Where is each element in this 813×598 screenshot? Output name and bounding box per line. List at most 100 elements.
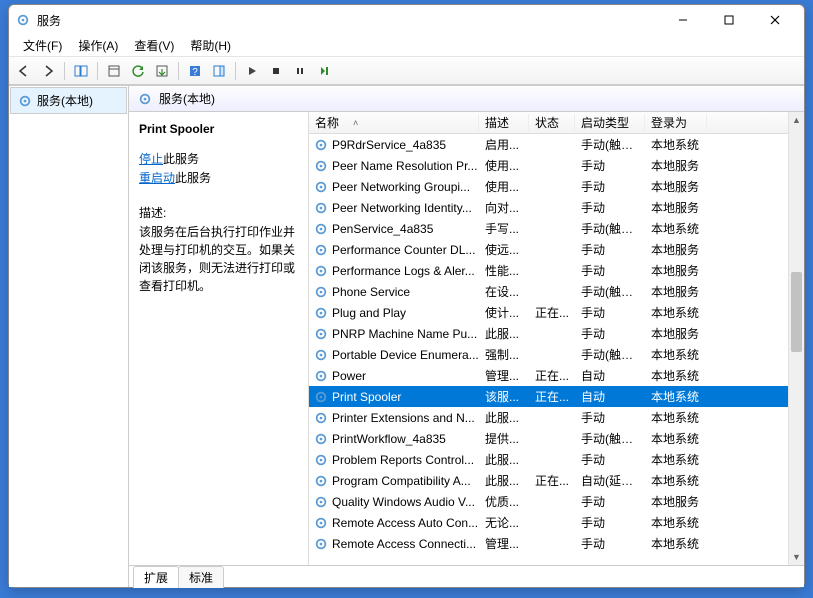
service-startup-cell: 手动(触发... bbox=[575, 283, 645, 300]
toolbar: ? bbox=[9, 57, 804, 85]
pause-service-button[interactable] bbox=[289, 60, 311, 82]
restart-service-button[interactable] bbox=[313, 60, 335, 82]
split-body: Print Spooler 停止此服务 重启动 此服务 描述: 该服务在后台执行打… bbox=[129, 112, 804, 565]
service-name-cell: Remote Access Auto Con... bbox=[332, 516, 479, 530]
description-label: 描述: bbox=[139, 204, 300, 221]
service-row[interactable]: Portable Device Enumera...强制...手动(触发...本… bbox=[309, 344, 804, 365]
service-row[interactable]: Performance Counter DL...使远...手动本地服务 bbox=[309, 239, 804, 260]
export-list-button[interactable] bbox=[151, 60, 173, 82]
service-icon bbox=[313, 347, 329, 363]
service-row[interactable]: Quality Windows Audio V...优质...手动本地服务 bbox=[309, 491, 804, 512]
service-logon-cell: 本地服务 bbox=[645, 157, 707, 174]
selected-service-name: Print Spooler bbox=[139, 122, 300, 136]
service-desc-cell: 管理... bbox=[479, 367, 529, 384]
nav-back-button[interactable] bbox=[13, 60, 35, 82]
tab-extended[interactable]: 扩展 bbox=[133, 566, 179, 588]
service-icon bbox=[313, 137, 329, 153]
service-startup-cell: 手动 bbox=[575, 409, 645, 426]
stop-service-link-row: 停止此服务 bbox=[139, 150, 300, 167]
nav-services-local[interactable]: 服务(本地) bbox=[10, 87, 127, 114]
minimize-button[interactable] bbox=[660, 5, 706, 35]
service-row[interactable]: PenService_4a835手写...手动(触发...本地系统 bbox=[309, 218, 804, 239]
service-name-cell: PrintWorkflow_4a835 bbox=[332, 432, 479, 446]
refresh-button[interactable] bbox=[127, 60, 149, 82]
service-list-body: P9RdrService_4a835启用...手动(触发...本地系统Peer … bbox=[309, 134, 804, 565]
menu-view[interactable]: 查看(V) bbox=[126, 35, 182, 56]
scroll-up-icon[interactable]: ▲ bbox=[789, 112, 804, 128]
column-header-startup[interactable]: 启动类型 bbox=[575, 114, 645, 131]
detail-pane: Print Spooler 停止此服务 重启动 此服务 描述: 该服务在后台执行打… bbox=[129, 112, 309, 565]
window-title: 服务 bbox=[37, 12, 660, 29]
column-header-name[interactable]: 名称˄ bbox=[309, 114, 479, 131]
service-icon bbox=[313, 515, 329, 531]
service-desc-cell: 使远... bbox=[479, 241, 529, 258]
nav-forward-button[interactable] bbox=[37, 60, 59, 82]
toolbar-separator bbox=[235, 62, 236, 80]
service-logon-cell: 本地服务 bbox=[645, 178, 707, 195]
scrollbar-thumb[interactable] bbox=[791, 272, 802, 352]
properties-button[interactable] bbox=[103, 60, 125, 82]
service-startup-cell: 手动 bbox=[575, 514, 645, 531]
action-pane-button[interactable] bbox=[208, 60, 230, 82]
close-button[interactable] bbox=[752, 5, 798, 35]
service-name-cell: PenService_4a835 bbox=[332, 222, 479, 236]
stop-service-link[interactable]: 停止 bbox=[139, 152, 163, 166]
service-row[interactable]: Print Spooler该服...正在...自动本地系统 bbox=[309, 386, 804, 407]
service-name-cell: Phone Service bbox=[332, 285, 479, 299]
service-icon bbox=[313, 431, 329, 447]
show-hide-tree-button[interactable] bbox=[70, 60, 92, 82]
column-header-desc[interactable]: 描述 bbox=[479, 114, 529, 131]
description-text: 该服务在后台执行打印作业并处理与打印机的交互。如果关闭该服务，则无法进行打印或查… bbox=[139, 223, 300, 295]
maximize-button[interactable] bbox=[706, 5, 752, 35]
start-service-button[interactable] bbox=[241, 60, 263, 82]
gear-icon bbox=[17, 93, 33, 109]
service-row[interactable]: Performance Logs & Aler...性能...手动本地服务 bbox=[309, 260, 804, 281]
service-row[interactable]: Plug and Play使计...正在...手动本地系统 bbox=[309, 302, 804, 323]
service-startup-cell: 手动 bbox=[575, 325, 645, 342]
service-row[interactable]: Remote Access Connecti...管理...手动本地系统 bbox=[309, 533, 804, 554]
service-logon-cell: 本地服务 bbox=[645, 241, 707, 258]
service-name-cell: Quality Windows Audio V... bbox=[332, 495, 479, 509]
service-row[interactable]: PrintWorkflow_4a835提供...手动(触发...本地系统 bbox=[309, 428, 804, 449]
service-desc-cell: 在设... bbox=[479, 283, 529, 300]
service-logon-cell: 本地系统 bbox=[645, 220, 707, 237]
service-desc-cell: 优质... bbox=[479, 493, 529, 510]
service-name-cell: Power bbox=[332, 369, 479, 383]
menu-help[interactable]: 帮助(H) bbox=[182, 35, 239, 56]
column-header-status[interactable]: 状态 bbox=[529, 114, 575, 131]
service-row[interactable]: Remote Access Auto Con...无论...手动本地系统 bbox=[309, 512, 804, 533]
service-row[interactable]: Peer Networking Identity...向对...手动本地服务 bbox=[309, 197, 804, 218]
service-name-cell: Plug and Play bbox=[332, 306, 479, 320]
tab-standard[interactable]: 标准 bbox=[178, 566, 224, 588]
service-name-cell: Performance Counter DL... bbox=[332, 243, 479, 257]
service-row[interactable]: Power管理...正在...自动本地系统 bbox=[309, 365, 804, 386]
gear-icon bbox=[137, 91, 153, 107]
nav-item-label: 服务(本地) bbox=[37, 92, 93, 109]
menu-file[interactable]: 文件(F) bbox=[15, 35, 70, 56]
service-row[interactable]: PNRP Machine Name Pu...此服...手动本地服务 bbox=[309, 323, 804, 344]
service-startup-cell: 手动(触发... bbox=[575, 220, 645, 237]
service-row[interactable]: Printer Extensions and N...此服...手动本地系统 bbox=[309, 407, 804, 428]
scroll-down-icon[interactable]: ▼ bbox=[789, 549, 804, 565]
service-desc-cell: 使计... bbox=[479, 304, 529, 321]
service-logon-cell: 本地系统 bbox=[645, 388, 707, 405]
service-name-cell: Program Compatibility A... bbox=[332, 474, 479, 488]
service-row[interactable]: Peer Name Resolution Pr...使用...手动本地服务 bbox=[309, 155, 804, 176]
vertical-scrollbar[interactable]: ▲ ▼ bbox=[788, 112, 804, 565]
restart-service-link[interactable]: 重启动 bbox=[139, 171, 175, 185]
service-row[interactable]: P9RdrService_4a835启用...手动(触发...本地系统 bbox=[309, 134, 804, 155]
service-row[interactable]: Program Compatibility A...此服...正在...自动(延… bbox=[309, 470, 804, 491]
service-row[interactable]: Peer Networking Groupi...使用...手动本地服务 bbox=[309, 176, 804, 197]
column-header-logon[interactable]: 登录为 bbox=[645, 114, 707, 131]
service-row[interactable]: Problem Reports Control...此服...手动本地系统 bbox=[309, 449, 804, 470]
menu-action[interactable]: 操作(A) bbox=[70, 35, 126, 56]
stop-service-button[interactable] bbox=[265, 60, 287, 82]
service-desc-cell: 提供... bbox=[479, 430, 529, 447]
service-name-cell: P9RdrService_4a835 bbox=[332, 138, 479, 152]
service-desc-cell: 无论... bbox=[479, 514, 529, 531]
service-row[interactable]: Phone Service在设...手动(触发...本地服务 bbox=[309, 281, 804, 302]
service-icon bbox=[313, 389, 329, 405]
service-name-cell: Remote Access Connecti... bbox=[332, 537, 479, 551]
stop-suffix: 此服务 bbox=[163, 152, 199, 166]
help-button[interactable]: ? bbox=[184, 60, 206, 82]
